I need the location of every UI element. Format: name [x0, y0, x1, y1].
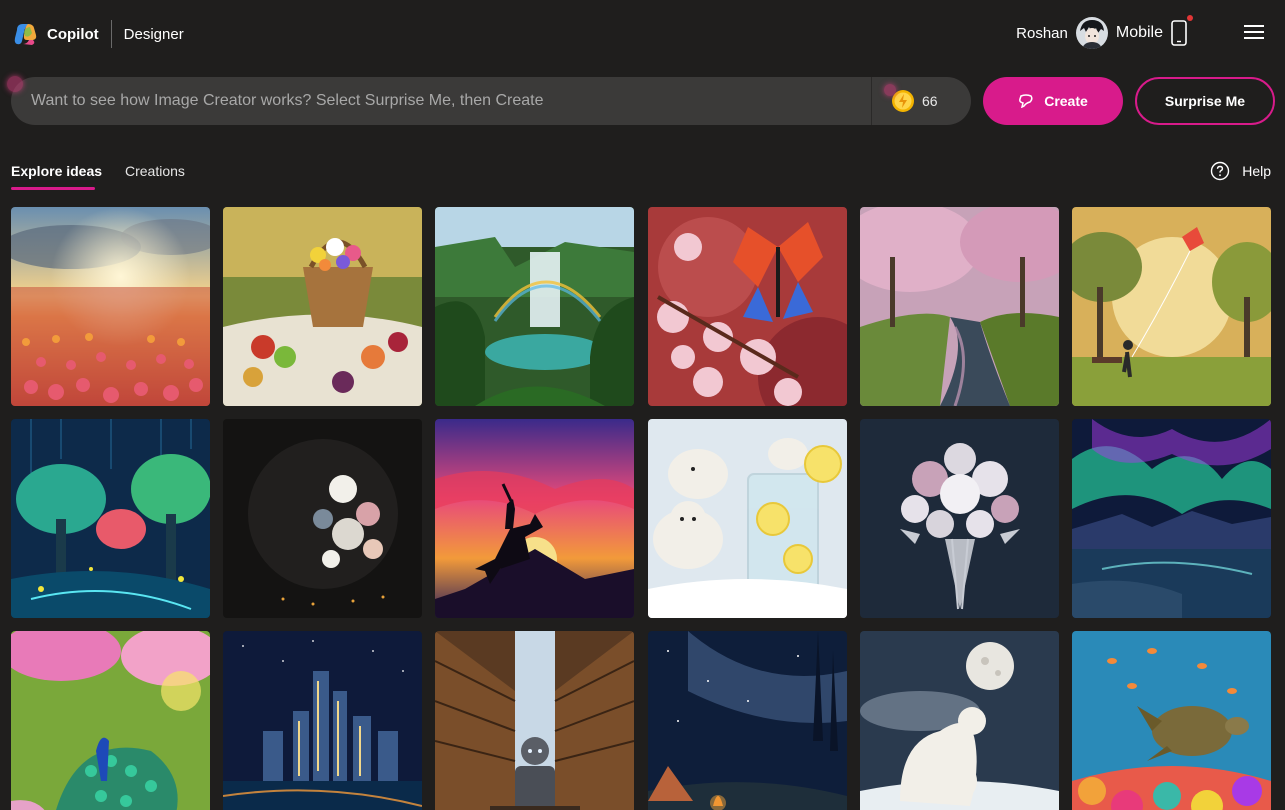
menu-icon[interactable]	[1243, 23, 1265, 41]
mobile-label[interactable]: Mobile	[1116, 24, 1163, 42]
gallery-tile-butterfly[interactable]	[648, 207, 847, 406]
gallery-tile-aurora[interactable]	[1072, 419, 1271, 618]
help-label: Help	[1242, 163, 1271, 179]
boost-coins[interactable]: 66	[891, 89, 938, 113]
gallery-tile-peacock[interactable]	[11, 631, 210, 810]
gallery-tile-polar-bears-lemonade[interactable]	[648, 419, 847, 618]
notification-dot	[1187, 15, 1193, 21]
brand[interactable]: Copilot Designer	[13, 20, 184, 48]
gallery-tile-cherry-river[interactable]	[860, 207, 1059, 406]
gallery-tile-polar-bears-moon[interactable]	[860, 631, 1059, 810]
tab-creations[interactable]: Creations	[125, 163, 185, 179]
gallery-tile-picnic[interactable]	[223, 207, 422, 406]
gallery-tile-campfire[interactable]	[648, 631, 847, 810]
gallery-tile-robot-library[interactable]	[435, 631, 634, 810]
gallery-tile-night-city[interactable]	[223, 631, 422, 810]
user-name: Roshan	[1016, 24, 1068, 42]
gallery-tile-crescent-moon[interactable]	[223, 419, 422, 618]
prompt-input[interactable]	[31, 77, 861, 125]
gallery-tile-silver-bouquet[interactable]	[860, 419, 1059, 618]
gallery-tile-tulip-field[interactable]	[11, 207, 210, 406]
surprise-me-button[interactable]: Surprise Me	[1135, 77, 1275, 125]
prompt-bar: 66	[11, 77, 971, 125]
coin-count: 66	[922, 93, 938, 109]
mobile-phone-icon[interactable]	[1171, 15, 1193, 46]
brand-divider	[110, 20, 112, 48]
copilot-logo-icon	[13, 21, 39, 47]
create-label: Create	[1044, 93, 1088, 109]
gallery-tile-horse-rider[interactable]	[435, 419, 634, 618]
user-area[interactable]: Roshan Mobile	[1016, 15, 1193, 49]
product-name: Designer	[123, 25, 184, 43]
gallery-tile-jungle-waterfall[interactable]	[435, 207, 634, 406]
active-tab-indicator	[11, 187, 95, 190]
tab-explore-ideas[interactable]: Explore ideas	[11, 163, 102, 179]
gallery-tile-kite-park[interactable]	[1072, 207, 1271, 406]
help-link[interactable]: Help	[1210, 161, 1271, 181]
decorative-sparkle	[7, 76, 23, 92]
avatar[interactable]	[1075, 17, 1108, 49]
create-icon	[1019, 94, 1033, 108]
top-bar: Copilot Designer Roshan Mobile	[0, 0, 1285, 66]
prompt-divider	[871, 77, 872, 125]
brand-name: Copilot	[47, 25, 99, 43]
help-icon	[1211, 161, 1230, 181]
decorative-sparkle	[884, 84, 896, 96]
gallery-tile-sea-turtle[interactable]	[1072, 631, 1271, 810]
create-button[interactable]: Create	[983, 77, 1123, 125]
gallery-tile-fantasy-forest[interactable]	[11, 419, 210, 618]
